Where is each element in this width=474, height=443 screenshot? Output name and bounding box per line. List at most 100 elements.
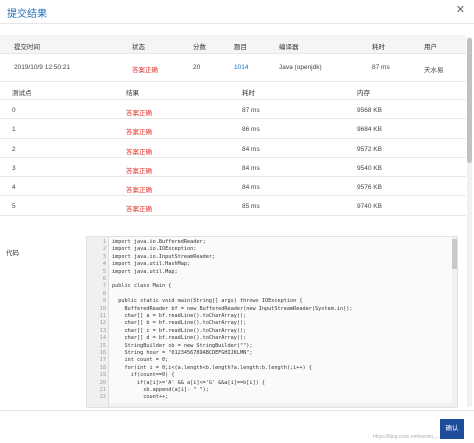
code-line-text: String hour = "0123456789ABCDEFGHIJKLMN"… — [112, 350, 253, 356]
case-id: 0 — [12, 107, 16, 114]
case-time: 85 ms — [242, 203, 260, 211]
code-line: 13 char[] c = bf.readLine().toCharArray(… — [99, 327, 247, 334]
code-line-text: import java.util.HashMap; — [112, 261, 191, 268]
user-name: 天水易 — [424, 67, 444, 74]
code-line-text: import java.util.Map; — [112, 268, 178, 275]
code-label: 代码 — [6, 250, 19, 257]
code-line: 8 — [102, 290, 106, 297]
code-line-text: char[] b = bf.readLine().toCharArray(); — [112, 320, 247, 327]
code-line-text: for(int i = 0;i<(a.length<b.length?a.len… — [112, 364, 312, 371]
table-row: 2 答案正确 84 ms 9572 KB — [0, 139, 466, 158]
dialog-scrollbar-thumb[interactable] — [467, 38, 472, 163]
submission-summary-table: 提交时间 状态 分数 题目 编译器 耗时 用户 2019/10/9 12:50:… — [0, 35, 466, 82]
test-cases-table: 测试点 结果 耗时 内存 0 答案正确 87 ms 9568 KB 1 答案正确… — [0, 82, 466, 216]
case-memory: 9684 KB — [357, 126, 382, 134]
case-memory: 9576 KB — [357, 184, 382, 192]
cases-header-row: 测试点 结果 耗时 内存 — [0, 82, 466, 100]
code-line: 5 import java.util.Map; — [102, 268, 178, 275]
code-line-text: count++; — [112, 394, 169, 401]
time-used: 87 ms — [372, 64, 390, 71]
case-result: 答案正确 — [126, 206, 152, 214]
code-line-text: public static void main(String[] args) t… — [112, 298, 303, 305]
compiler: Java (openjdk) — [279, 64, 322, 71]
case-time: 86 ms — [242, 126, 260, 134]
table-row: 4 答案正确 84 ms 9576 KB — [0, 177, 466, 197]
case-memory: 9540 KB — [357, 164, 382, 172]
case-memory: 9572 KB — [357, 145, 382, 153]
case-time: 87 ms — [242, 107, 260, 114]
code-line: 20 if(a[i]>='A' && a[i]<='G' &&a[i]==b[i… — [99, 379, 266, 386]
code-line: 15 StringBuilder sb = new StringBuilder(… — [99, 342, 253, 349]
code-line: 3 import java.io.InputStreamReader; — [102, 253, 216, 260]
code-line-text: char[] c = bf.readLine().toCharArray(); — [112, 327, 247, 334]
code-line: 12 char[] b = bf.readLine().toCharArray(… — [99, 320, 247, 327]
code-line-text: if(a[i]>='A' && a[i]<='G' &&a[i]==b[i]) … — [112, 379, 266, 386]
code-line: 17 int count = 0; — [99, 357, 169, 364]
case-result: 答案正确 — [126, 167, 152, 175]
code-horizontal-scrollbar[interactable] — [109, 403, 454, 407]
code-line-text: int count = 0; — [112, 357, 169, 364]
code-line: 9 public static void main(String[] args)… — [102, 298, 303, 305]
table-row: 0 答案正确 87 ms 9568 KB — [0, 100, 466, 120]
code-line-text: char[] d = bf.readLine().toCharArray(); — [112, 335, 247, 342]
code-line: 7 public class Main { — [102, 283, 172, 290]
code-line: 19 if(count==0) { — [99, 372, 175, 379]
case-result: 答案正确 — [126, 110, 152, 117]
header-test-case: 测试点 — [12, 90, 32, 97]
code-line: 4 import java.util.HashMap; — [102, 261, 191, 268]
table-row: 3 答案正确 84 ms 9540 KB — [0, 158, 466, 178]
code-line: 16 String hour = "0123456789ABCDEFGHIJKL… — [99, 350, 253, 356]
code-line-text: import java.io.InputStreamReader; — [112, 253, 216, 260]
code-line-text: if(count==0) { — [112, 372, 175, 379]
header-status: 状态 — [132, 44, 145, 51]
code-line: 14 char[] d = bf.readLine().toCharArray(… — [99, 335, 247, 342]
case-id: 5 — [12, 203, 16, 211]
code-line: 21 sb.append(a[i]- " "); — [99, 387, 209, 393]
case-result: 答案正确 — [126, 148, 152, 156]
code-line: 1 import java.io.BufferedReader; — [102, 239, 206, 245]
header-memory: 内存 — [357, 90, 370, 97]
header-user: 用户 — [424, 44, 437, 51]
code-line-text: StringBuilder sb = new StringBuilder("")… — [112, 342, 253, 349]
code-line-text: BufferedReader bf = new BufferedReader(n… — [112, 305, 353, 312]
case-id: 4 — [12, 184, 16, 192]
code-line-text: public class Main { — [112, 283, 172, 290]
header-submit-time: 提交时间 — [14, 44, 40, 51]
code-line: 22 count++; — [99, 394, 169, 401]
code-scrollbar-thumb[interactable] — [452, 239, 457, 269]
case-id: 2 — [12, 145, 16, 153]
status-badge: 答案正确 — [132, 67, 158, 74]
problem-link[interactable]: 1014 — [234, 64, 248, 71]
code-line-text: sb.append(a[i]- " "); — [112, 387, 209, 393]
header-time: 耗时 — [372, 44, 385, 51]
code-viewer[interactable]: 1 import java.io.BufferedReader; 2 import … — [86, 236, 458, 408]
header-result: 结果 — [126, 90, 139, 97]
table-row: 5 答案正确 85 ms 9740 KB — [0, 196, 466, 216]
code-line: 11 char[] a = bf.readLine().toCharArray(… — [99, 313, 247, 319]
case-memory: 9568 KB — [357, 107, 382, 114]
score: 20 — [193, 64, 201, 71]
header-compiler: 编译器 — [279, 44, 299, 51]
dialog-title-bar: 提交结果 ✕ — [0, 0, 474, 24]
dialog-footer: https://blog.csdn.net/weixin_... 确认 — [0, 410, 474, 443]
submit-time: 2019/10/9 12:50:21 — [14, 64, 71, 71]
code-line: 6 — [102, 276, 106, 282]
case-result: 答案正确 — [126, 187, 152, 195]
dialog-title: 提交结果 — [7, 9, 47, 20]
close-icon[interactable]: ✕ — [456, 3, 465, 16]
watermark-text: https://blog.csdn.net/weixin_... — [373, 434, 440, 440]
code-line: 10 BufferedReader bf = new BufferedReade… — [99, 305, 353, 312]
confirm-button[interactable]: 确认 — [440, 419, 464, 439]
summary-header-row: 提交时间 状态 分数 题目 编译器 耗时 用户 — [0, 35, 466, 54]
code-line-text: char[] a = bf.readLine().toCharArray(); — [112, 313, 247, 319]
header-problem: 题目 — [234, 44, 247, 51]
summary-row: 2019/10/9 12:50:21 答案正确 20 1014 Java (op… — [0, 54, 466, 82]
code-line-text: import java.io.IOException; — [112, 246, 197, 253]
header-score: 分数 — [193, 44, 206, 51]
code-line: 2 import java.io.IOException; — [102, 246, 197, 253]
case-result: 答案正确 — [126, 129, 152, 137]
case-id: 1 — [12, 126, 16, 134]
table-row: 1 答案正确 86 ms 9684 KB — [0, 119, 466, 139]
header-case-time: 耗时 — [242, 90, 255, 97]
case-time: 84 ms — [242, 184, 260, 192]
